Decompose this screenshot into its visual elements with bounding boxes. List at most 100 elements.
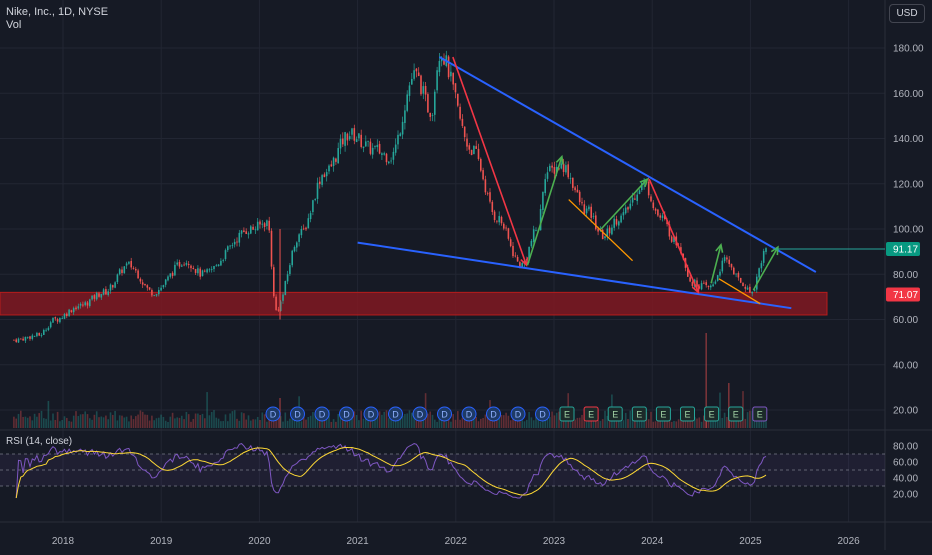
- candle-body[interactable]: [661, 215, 664, 218]
- candle-body[interactable]: [742, 282, 744, 287]
- candle-body[interactable]: [40, 335, 43, 336]
- candle-body[interactable]: [174, 264, 176, 276]
- candle-body[interactable]: [178, 262, 181, 267]
- candle-body[interactable]: [24, 336, 27, 341]
- candle-body[interactable]: [298, 234, 300, 242]
- candle-body[interactable]: [201, 270, 204, 277]
- candle-body[interactable]: [378, 143, 381, 154]
- candle-body[interactable]: [89, 299, 91, 307]
- candle-body[interactable]: [293, 246, 296, 252]
- candle-body[interactable]: [123, 266, 126, 274]
- candle-body[interactable]: [371, 147, 374, 155]
- candle-body[interactable]: [72, 308, 75, 313]
- candle-body[interactable]: [98, 293, 100, 297]
- candle-body[interactable]: [383, 153, 385, 155]
- candle-body[interactable]: [236, 241, 238, 243]
- candle-body[interactable]: [213, 266, 215, 270]
- candle-body[interactable]: [210, 269, 213, 271]
- candle-body[interactable]: [728, 259, 730, 265]
- candle-body[interactable]: [572, 177, 574, 188]
- candle-body[interactable]: [256, 221, 259, 231]
- candle-body[interactable]: [452, 72, 454, 85]
- candle-body[interactable]: [102, 289, 105, 295]
- candle-body[interactable]: [565, 165, 567, 173]
- candle-body[interactable]: [231, 245, 234, 247]
- candle-body[interactable]: [158, 290, 160, 295]
- candle-body[interactable]: [291, 250, 293, 266]
- candle-body[interactable]: [749, 286, 751, 293]
- candle-body[interactable]: [482, 170, 484, 180]
- candle-body[interactable]: [362, 146, 365, 148]
- candle-body[interactable]: [454, 83, 457, 93]
- candle-body[interactable]: [325, 172, 328, 177]
- candle-body[interactable]: [447, 56, 450, 78]
- candle-body[interactable]: [691, 282, 694, 286]
- candle-body[interactable]: [43, 329, 45, 335]
- candle-body[interactable]: [719, 271, 721, 276]
- candle-body[interactable]: [367, 140, 369, 142]
- candle-body[interactable]: [358, 133, 360, 139]
- candle-body[interactable]: [270, 230, 273, 267]
- candle-body[interactable]: [61, 318, 63, 320]
- candle-body[interactable]: [247, 233, 250, 235]
- candle-body[interactable]: [197, 268, 199, 274]
- candle-body[interactable]: [498, 216, 500, 223]
- candle-body[interactable]: [532, 229, 535, 242]
- candle-body[interactable]: [192, 267, 195, 269]
- candle-body[interactable]: [521, 263, 523, 267]
- candle-body[interactable]: [146, 285, 149, 288]
- candle-body[interactable]: [710, 285, 712, 288]
- candle-body[interactable]: [309, 213, 312, 220]
- candle-body[interactable]: [187, 263, 190, 266]
- candle-body[interactable]: [137, 270, 139, 279]
- candle-body[interactable]: [250, 226, 252, 234]
- candle-body[interactable]: [261, 223, 264, 225]
- candle-body[interactable]: [733, 267, 735, 275]
- candle-body[interactable]: [659, 215, 661, 218]
- candle-body[interactable]: [139, 278, 142, 282]
- candle-body[interactable]: [332, 157, 335, 167]
- symbol-title[interactable]: Nike, Inc., 1D, NYSE: [6, 6, 108, 19]
- candle-body[interactable]: [33, 335, 36, 337]
- candle-body[interactable]: [86, 302, 89, 306]
- candle-body[interactable]: [185, 263, 188, 265]
- candle-body[interactable]: [466, 138, 468, 147]
- candle-body[interactable]: [569, 177, 572, 179]
- candle-body[interactable]: [622, 212, 625, 216]
- candle-body[interactable]: [650, 196, 652, 202]
- candle-body[interactable]: [263, 223, 266, 228]
- candle-body[interactable]: [420, 75, 422, 95]
- candle-body[interactable]: [155, 294, 158, 296]
- candle-body[interactable]: [507, 228, 510, 239]
- candle-body[interactable]: [167, 276, 169, 281]
- candle-body[interactable]: [282, 294, 284, 301]
- candle-body[interactable]: [399, 133, 402, 137]
- candle-body[interactable]: [480, 158, 482, 171]
- candle-body[interactable]: [394, 144, 397, 153]
- candle-body[interactable]: [636, 194, 638, 202]
- candle-body[interactable]: [252, 226, 254, 230]
- candle-body[interactable]: [105, 289, 107, 295]
- candle-body[interactable]: [254, 229, 257, 231]
- currency-button[interactable]: USD: [889, 4, 925, 23]
- candle-body[interactable]: [762, 251, 765, 263]
- candle-body[interactable]: [116, 274, 119, 282]
- candle-body[interactable]: [190, 265, 192, 269]
- candle-body[interactable]: [422, 86, 425, 94]
- candle-body[interactable]: [530, 240, 533, 247]
- candle-body[interactable]: [75, 307, 77, 310]
- candle-body[interactable]: [360, 134, 362, 147]
- candle-body[interactable]: [516, 256, 519, 262]
- chart-canvas[interactable]: D D D D D D D D D D D D E E E E E E E E E 180.00 160.00 140.00…: [0, 0, 932, 550]
- candle-body[interactable]: [450, 71, 452, 77]
- candle-body[interactable]: [553, 167, 556, 174]
- candle-body[interactable]: [463, 126, 466, 138]
- candle-body[interactable]: [56, 319, 59, 322]
- candle-body[interactable]: [351, 128, 353, 135]
- candle-body[interactable]: [300, 229, 303, 236]
- candle-body[interactable]: [224, 250, 227, 260]
- candle-body[interactable]: [615, 219, 618, 225]
- candle-body[interactable]: [162, 285, 165, 288]
- candle-body[interactable]: [503, 223, 505, 229]
- candle-body[interactable]: [321, 175, 323, 185]
